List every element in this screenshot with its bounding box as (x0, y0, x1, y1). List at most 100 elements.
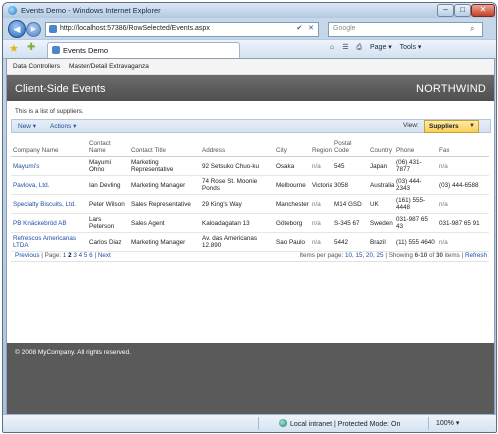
cell-contact: Ian Devling (87, 175, 129, 195)
address-bar[interactable]: http://localhost:57386/RowSelected/Event… (45, 22, 319, 37)
security-zone-text: Local intranet | Protected Mode: On (290, 421, 401, 428)
col-postal-code[interactable]: Postal Code (332, 136, 368, 157)
cell-city: Göteborg (274, 213, 310, 233)
page-label: | Page: (41, 252, 62, 259)
menu-master-detail[interactable]: Master/Detail Extravaganza (69, 63, 149, 70)
page-menu[interactable]: Page ▾ (370, 44, 392, 51)
status-divider (258, 417, 259, 430)
cell-city: Sao Paulo (274, 232, 310, 252)
col-phone[interactable]: Phone (394, 136, 437, 157)
table-row[interactable]: Specialty Biscuits, Ltd. Peter Wilson Sa… (11, 194, 489, 214)
cell-city: Melbourne (274, 175, 310, 195)
col-address[interactable]: Address (200, 136, 274, 157)
cell-fax: (03) 444-6588 (437, 175, 489, 195)
page-size-15[interactable]: 15 (356, 252, 363, 259)
cell-address: 92 Setsuko Chuo-ku (200, 156, 274, 176)
cell-fax: n/a (437, 232, 489, 252)
maximize-button[interactable]: □ (454, 4, 471, 17)
cell-fax: 031-987 65 91 (437, 213, 489, 233)
cell-country: Australia (368, 175, 394, 195)
page-link-5[interactable]: 5 (84, 252, 88, 259)
cell-company[interactable]: Pavlova, Ltd. (11, 175, 87, 195)
cell-fax: n/a (437, 194, 489, 214)
page-link-3[interactable]: 3 (73, 252, 77, 259)
cell-postal: 5442 (332, 232, 368, 252)
refresh-link[interactable]: Refresh (465, 252, 487, 259)
command-tools: ⌂ ☰ ⎙ Page ▾ Tools ▾ (330, 43, 427, 55)
home-icon[interactable]: ⌂ (330, 44, 334, 51)
cell-company[interactable]: PB Knäckebröd AB (11, 213, 87, 233)
showing-of: of (428, 252, 435, 259)
cell-postal: S-345 67 (332, 213, 368, 233)
cell-postal: 545 (332, 156, 368, 176)
feeds-icon[interactable]: ☰ (342, 44, 348, 51)
next-page-link[interactable]: | Next (94, 252, 110, 259)
cell-region: n/a (310, 232, 332, 252)
cell-company[interactable]: Refrescos Americanas LTDA (11, 232, 87, 252)
tab-events-demo[interactable]: Events Demo (47, 42, 240, 58)
col-region[interactable]: Region (310, 136, 332, 157)
showing-prefix: | Showing (385, 252, 413, 259)
command-bar: ★ ✚ Events Demo ⌂ ☰ ⎙ Page ▾ Tools ▾ (3, 39, 496, 59)
tools-menu[interactable]: Tools ▾ (400, 44, 422, 51)
address-url[interactable]: http://localhost:57386/RowSelected/Event… (60, 25, 210, 32)
zoom-control[interactable]: 100% ▾ (436, 419, 459, 427)
cell-country: UK (368, 194, 394, 214)
cell-country: Sweden (368, 213, 394, 233)
cell-city: Manchester (274, 194, 310, 214)
tab-page-icon (52, 46, 60, 54)
add-favorites-icon[interactable]: ✚ (27, 42, 35, 53)
page-size-25[interactable]: 25 (377, 252, 384, 259)
minimize-button[interactable]: – (437, 4, 454, 17)
search-icon[interactable]: ⌕ (470, 24, 480, 34)
table-row[interactable]: Pavlova, Ltd. Ian Devling Marketing Mana… (11, 175, 489, 195)
cell-contact: Lars Peterson (87, 213, 129, 233)
cell-company[interactable]: Specialty Biscuits, Ltd. (11, 194, 87, 214)
back-button[interactable]: ◀ (8, 20, 26, 38)
status-bar: Local intranet | Protected Mode: On 100%… (3, 414, 496, 432)
page-title: Client-Side Events (15, 83, 106, 95)
cell-title: Marketing Representative (129, 156, 200, 176)
refresh-stop-buttons[interactable]: ✔ ✕ (296, 24, 316, 32)
cell-region: n/a (310, 194, 332, 214)
chevron-down-icon: ▼ (469, 123, 475, 129)
table-row[interactable]: Refrescos Americanas LTDA Carlos Diaz Ma… (11, 232, 489, 252)
page-link-1[interactable]: 1 (63, 252, 67, 259)
page-size-20[interactable]: 20 (366, 252, 373, 259)
table-row[interactable]: Mayumi's Mayumi Ohno Marketing Represent… (11, 156, 489, 176)
cell-contact: Mayumi Ohno (87, 156, 129, 176)
col-contact-title[interactable]: Contact Title (129, 136, 200, 157)
cell-company[interactable]: Mayumi's (11, 156, 87, 176)
close-button[interactable]: ✕ (471, 4, 495, 17)
cell-contact: Carlos Diaz (87, 232, 129, 252)
cell-address: 29 King's Way (200, 194, 274, 214)
table-row[interactable]: PB Knäckebröd AB Lars Peterson Sales Age… (11, 213, 489, 233)
globe-icon (279, 419, 287, 427)
col-country[interactable]: Country (368, 136, 394, 157)
search-input[interactable]: Google ⌕ (328, 22, 483, 37)
new-button[interactable]: New ▾ (18, 122, 36, 130)
menu-data-controllers[interactable]: Data Controllers (13, 63, 60, 70)
page-size-10[interactable]: 10 (345, 252, 352, 259)
cell-address: 74 Rose St. Moonie Ponds (200, 175, 274, 195)
cell-title: Sales Representative (129, 194, 200, 214)
table-header-row: Company Name Contact Name Contact Title … (11, 136, 489, 157)
showing-range: 6-10 (414, 252, 428, 259)
print-icon[interactable]: ⎙ (356, 44, 362, 51)
security-zone[interactable]: Local intranet | Protected Mode: On (279, 419, 400, 428)
col-fax[interactable]: Fax (437, 136, 489, 157)
favorites-star-icon[interactable]: ★ (9, 42, 19, 55)
col-company-name[interactable]: Company Name (11, 136, 87, 157)
showing-suffix: items | (444, 252, 464, 259)
forward-button[interactable]: ▶ (26, 22, 41, 37)
cell-title: Marketing Manager (129, 232, 200, 252)
page-link-4[interactable]: 4 (79, 252, 83, 259)
view-select[interactable]: Suppliers ▼ (424, 120, 479, 133)
cell-postal: 3058 (332, 175, 368, 195)
col-contact-name[interactable]: Contact Name (87, 136, 129, 157)
previous-page-link[interactable]: Previous (15, 252, 40, 259)
page-link-6[interactable]: 6 (89, 252, 93, 259)
actions-button[interactable]: Actions ▾ (50, 122, 76, 130)
col-city[interactable]: City (274, 136, 310, 157)
pager: Previous | Page: 1 2 3 4 5 6 | Next Item… (11, 251, 489, 262)
